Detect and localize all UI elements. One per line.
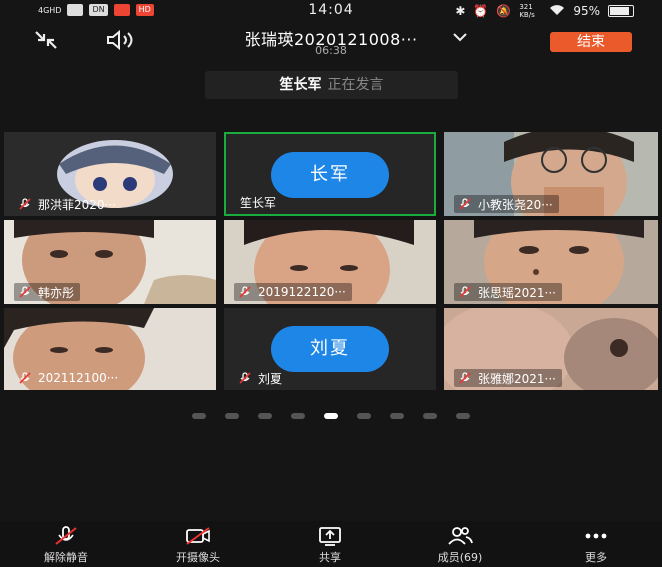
page-dot[interactable] [258, 413, 272, 419]
participant-label: 那洪菲2020··· [14, 195, 122, 213]
participant-tile[interactable]: 202112100··· [4, 308, 216, 390]
camera-label: 开摄像头 [176, 551, 220, 564]
participant-name: 笙长军 [240, 195, 277, 210]
network-speed: 321 KB/s [519, 3, 535, 19]
unmute-button[interactable]: 解除静音 [16, 525, 116, 565]
participant-tile[interactable]: 小教张尧20··· [444, 132, 658, 216]
members-icon [446, 525, 474, 547]
mic-muted-icon [458, 197, 472, 211]
speaker-name: 笙长军 [279, 77, 322, 93]
share-label: 共享 [319, 551, 341, 564]
page-dot[interactable] [192, 413, 206, 419]
participant-initials-bubble: 长军 [271, 152, 389, 198]
battery-icon [608, 5, 634, 17]
participant-name: 刘夏 [258, 371, 283, 386]
mic-muted-icon [458, 371, 472, 385]
page-dot[interactable] [423, 413, 437, 419]
participant-tile[interactable]: 那洪菲2020··· [4, 132, 216, 216]
participant-tile[interactable]: 2019122120··· [224, 220, 436, 304]
mic-muted-icon [18, 285, 32, 299]
participant-tile[interactable]: 韩亦彤 [4, 220, 216, 304]
members-button[interactable]: 成员(69) [410, 525, 510, 565]
page-dot[interactable] [456, 413, 470, 419]
end-meeting-button[interactable]: 结束 [550, 32, 632, 52]
camera-off-icon [184, 525, 212, 547]
page-indicator [0, 413, 662, 419]
page-dot[interactable] [225, 413, 239, 419]
camera-button[interactable]: 开摄像头 [148, 525, 248, 565]
page-dot[interactable] [390, 413, 404, 419]
participant-label: 小教张尧20··· [454, 195, 559, 213]
more-label: 更多 [585, 551, 607, 564]
mic-muted-icon [18, 371, 32, 385]
participant-initials-bubble: 刘夏 [271, 326, 389, 372]
share-screen-icon [316, 525, 344, 547]
page-dot-current[interactable] [324, 413, 338, 419]
participant-name: 202112100··· [38, 371, 119, 385]
participant-tile[interactable]: 刘夏 刘夏 [224, 308, 436, 390]
participant-label: 张思瑶2021··· [454, 283, 562, 301]
participant-label: 2019122120··· [234, 283, 352, 301]
battery-percent: 95% [573, 4, 600, 18]
meeting-toolbar: 解除静音 开摄像头 共享 成员(69) 更多 [0, 521, 662, 567]
mic-muted-icon [18, 197, 32, 211]
participant-label: 张雅娜2021··· [454, 369, 562, 387]
participant-tile[interactable]: 张思瑶2021··· [444, 220, 658, 304]
participant-tile-active[interactable]: 长军 笙长军 [224, 132, 436, 216]
meeting-topbar: 张瑞瑛2020121008··· 06:38 结束 [0, 22, 662, 62]
participant-name: 那洪菲2020··· [38, 197, 116, 212]
chevron-down-icon[interactable] [452, 28, 468, 42]
participant-name: 韩亦彤 [38, 285, 75, 300]
bluetooth-icon: ✱ [455, 4, 466, 18]
participant-name: 2019122120··· [258, 285, 346, 299]
more-icon [582, 525, 610, 547]
participant-label: 刘夏 [234, 369, 288, 387]
participant-label: 202112100··· [14, 369, 124, 387]
participant-name: 小教张尧20··· [478, 197, 553, 212]
speaking-status: 正在发言 [327, 77, 384, 93]
alarm-icon: ⏰ [473, 4, 489, 18]
mic-muted-icon [238, 285, 252, 299]
speaking-indicator: 笙长军 正在发言 [205, 71, 458, 99]
status-bar: 4GHD DN HD 14:04 ✱ ⏰ 🔕 321 KB/s 95% [0, 0, 662, 22]
status-right: ✱ ⏰ 🔕 321 KB/s 95% [455, 3, 634, 19]
page-dot[interactable] [357, 413, 371, 419]
participant-tile[interactable]: 张雅娜2021··· [444, 308, 658, 390]
participant-label: 韩亦彤 [14, 283, 81, 301]
members-label: 成员(69) [437, 551, 483, 564]
mic-muted-icon [458, 285, 472, 299]
more-button[interactable]: 更多 [546, 525, 646, 565]
participant-name: 张思瑶2021··· [478, 285, 556, 300]
mute-bell-icon: 🔕 [496, 4, 512, 18]
wifi-icon [549, 4, 565, 19]
mic-muted-icon [52, 525, 80, 547]
unmute-label: 解除静音 [44, 551, 88, 564]
participant-label: 笙长军 [236, 193, 282, 211]
mic-muted-icon [238, 371, 252, 385]
page-dot[interactable] [291, 413, 305, 419]
participant-name: 张雅娜2021··· [478, 371, 556, 386]
share-button[interactable]: 共享 [280, 525, 380, 565]
